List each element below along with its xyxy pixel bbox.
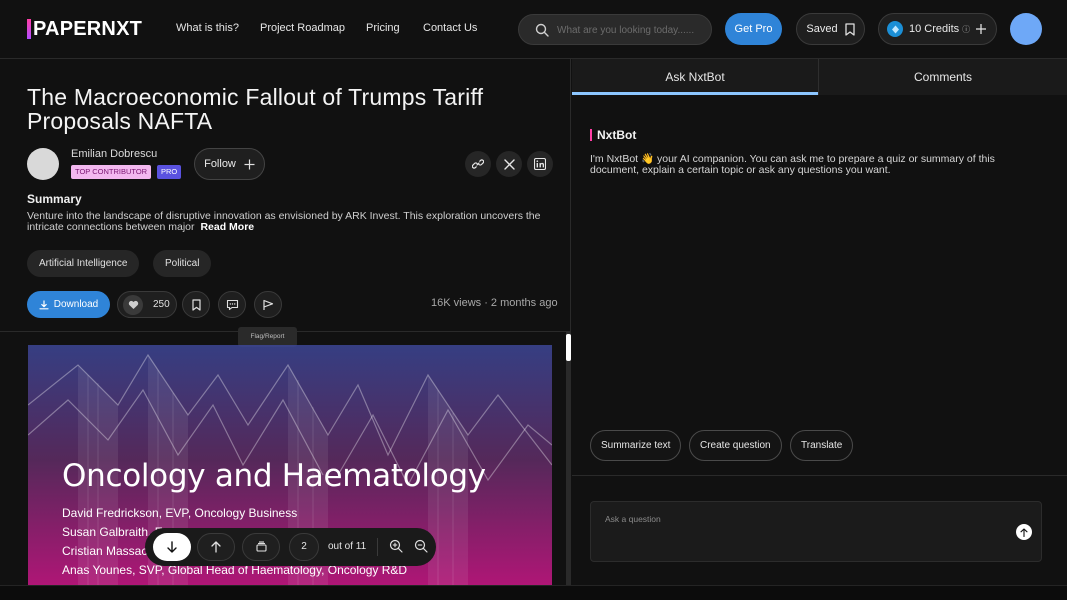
chat-panel: Ask NxtBot Comments NxtBot I'm NxtBot 👋 … [572,59,1067,600]
linkedin-icon [534,158,546,170]
comment-icon [226,299,238,310]
saved-label: Saved [806,23,838,35]
bookmark-button[interactable] [182,291,210,318]
summary-text: Venture into the landscape of disruptive… [27,211,547,233]
like-button[interactable]: 250 [117,291,177,318]
top-navbar: PAPERNXT What is this? Project Roadmap P… [0,0,1067,59]
bot-welcome-message: I'm NxtBot 👋 your AI companion. You can … [590,153,995,176]
copy-link-button[interactable] [465,151,491,177]
bookmark-icon [191,298,201,311]
tag-artificial-intelligence[interactable]: Artificial Intelligence [27,250,140,277]
bot-header: NxtBot [590,128,636,142]
create-question-chip[interactable]: Create question [689,430,782,461]
bot-accent-bar [590,129,592,141]
summary-body: Venture into the landscape of disruptive… [27,210,541,233]
summarize-text-chip[interactable]: Summarize text [590,430,682,461]
follow-button[interactable]: Follow [194,148,265,180]
preview-scrollbar-track[interactable] [566,331,571,600]
translate-chip[interactable]: Translate [790,430,854,461]
papernxt-logo[interactable]: PAPERNXT [27,17,142,41]
plus-icon [244,159,255,169]
search-icon [535,23,549,37]
top-contributor-badge: TOP CONTRIBUTOR [71,165,152,179]
flag-report-tooltip: Flag/Report [238,327,297,347]
zoom-in-icon[interactable] [389,539,403,553]
heart-icon [123,295,143,315]
page-layers-button[interactable] [242,533,280,561]
flag-button[interactable] [254,291,282,318]
diamond-icon [887,21,903,37]
nav-link-project-roadmap[interactable]: Project Roadmap [260,22,345,34]
follow-label: Follow [204,158,236,170]
ask-question-box [590,501,1042,562]
info-icon: ⓘ [962,24,971,34]
tag-political[interactable]: Political [153,250,212,277]
ask-question-input[interactable] [605,514,985,554]
user-avatar[interactable] [1010,13,1042,45]
send-button[interactable] [1016,524,1032,540]
summary-heading: Summary [27,192,82,206]
preview-scrollbar-thumb[interactable] [566,334,571,361]
preview-line: Cristian Massac [62,544,148,558]
bookmark-icon [844,22,855,36]
view-stats: 16K views · 2 months ago [431,297,558,309]
author-avatar[interactable] [27,148,59,180]
download-button[interactable]: Download [27,291,110,318]
saved-button[interactable]: Saved [796,13,865,45]
comment-button[interactable] [218,291,246,318]
logo-mark [27,19,31,39]
preview-line: David Fredrickson, EVP, Oncology Busines… [62,506,298,520]
tab-ask-nxtbot[interactable]: Ask NxtBot [572,59,818,95]
logo-text: PAPERNXT [33,17,143,40]
next-page-button[interactable] [153,533,191,561]
x-logo-icon [503,158,515,170]
download-label: Download [53,299,99,310]
credits-pill[interactable]: 10 Credits ⓘ [878,13,997,45]
flag-icon [263,299,274,310]
search-box [518,14,712,45]
share-x-button[interactable] [496,151,522,177]
tab-comments[interactable]: Comments [819,59,1067,95]
divider [572,475,1067,476]
page-navigator: 2 out of 11 [145,528,436,566]
search-input[interactable] [557,21,707,39]
chat-tabs: Ask NxtBot Comments [572,59,1067,95]
arrow-up-icon [1020,527,1028,537]
zoom-out-icon[interactable] [414,539,428,553]
preview-title: Oncology and Haematology [62,458,486,494]
previous-page-button[interactable] [197,533,235,561]
read-more-link[interactable]: Read More [200,221,254,233]
total-pages-label: out of 11 [328,541,367,552]
nav-link-contact-us[interactable]: Contact Us [423,22,477,34]
author-name[interactable]: Emilian Dobrescu [71,148,157,160]
arrow-up-icon [211,541,221,553]
document-panel: The Macroeconomic Fallout of Trumps Tari… [0,59,571,600]
like-count: 250 [153,299,170,310]
download-icon [39,299,49,309]
bot-name: NxtBot [597,128,637,142]
nav-link-what-is-this[interactable]: What is this? [176,22,239,34]
current-page-input[interactable]: 2 [289,533,319,561]
credits-label: 10 Credits [909,23,960,35]
link-icon [472,159,484,169]
get-pro-button[interactable]: Get Pro [725,13,782,45]
arrow-down-icon [167,541,177,553]
bottom-bar [0,585,1067,600]
pager-divider [377,538,378,556]
add-credits-icon[interactable] [974,22,988,36]
nav-link-pricing[interactable]: Pricing [366,22,400,34]
document-title: The Macroeconomic Fallout of Trumps Tari… [27,84,484,134]
pro-badge: PRO [157,165,182,179]
layers-icon [255,541,267,552]
share-linkedin-button[interactable] [527,151,553,177]
active-tab-indicator [572,92,818,95]
